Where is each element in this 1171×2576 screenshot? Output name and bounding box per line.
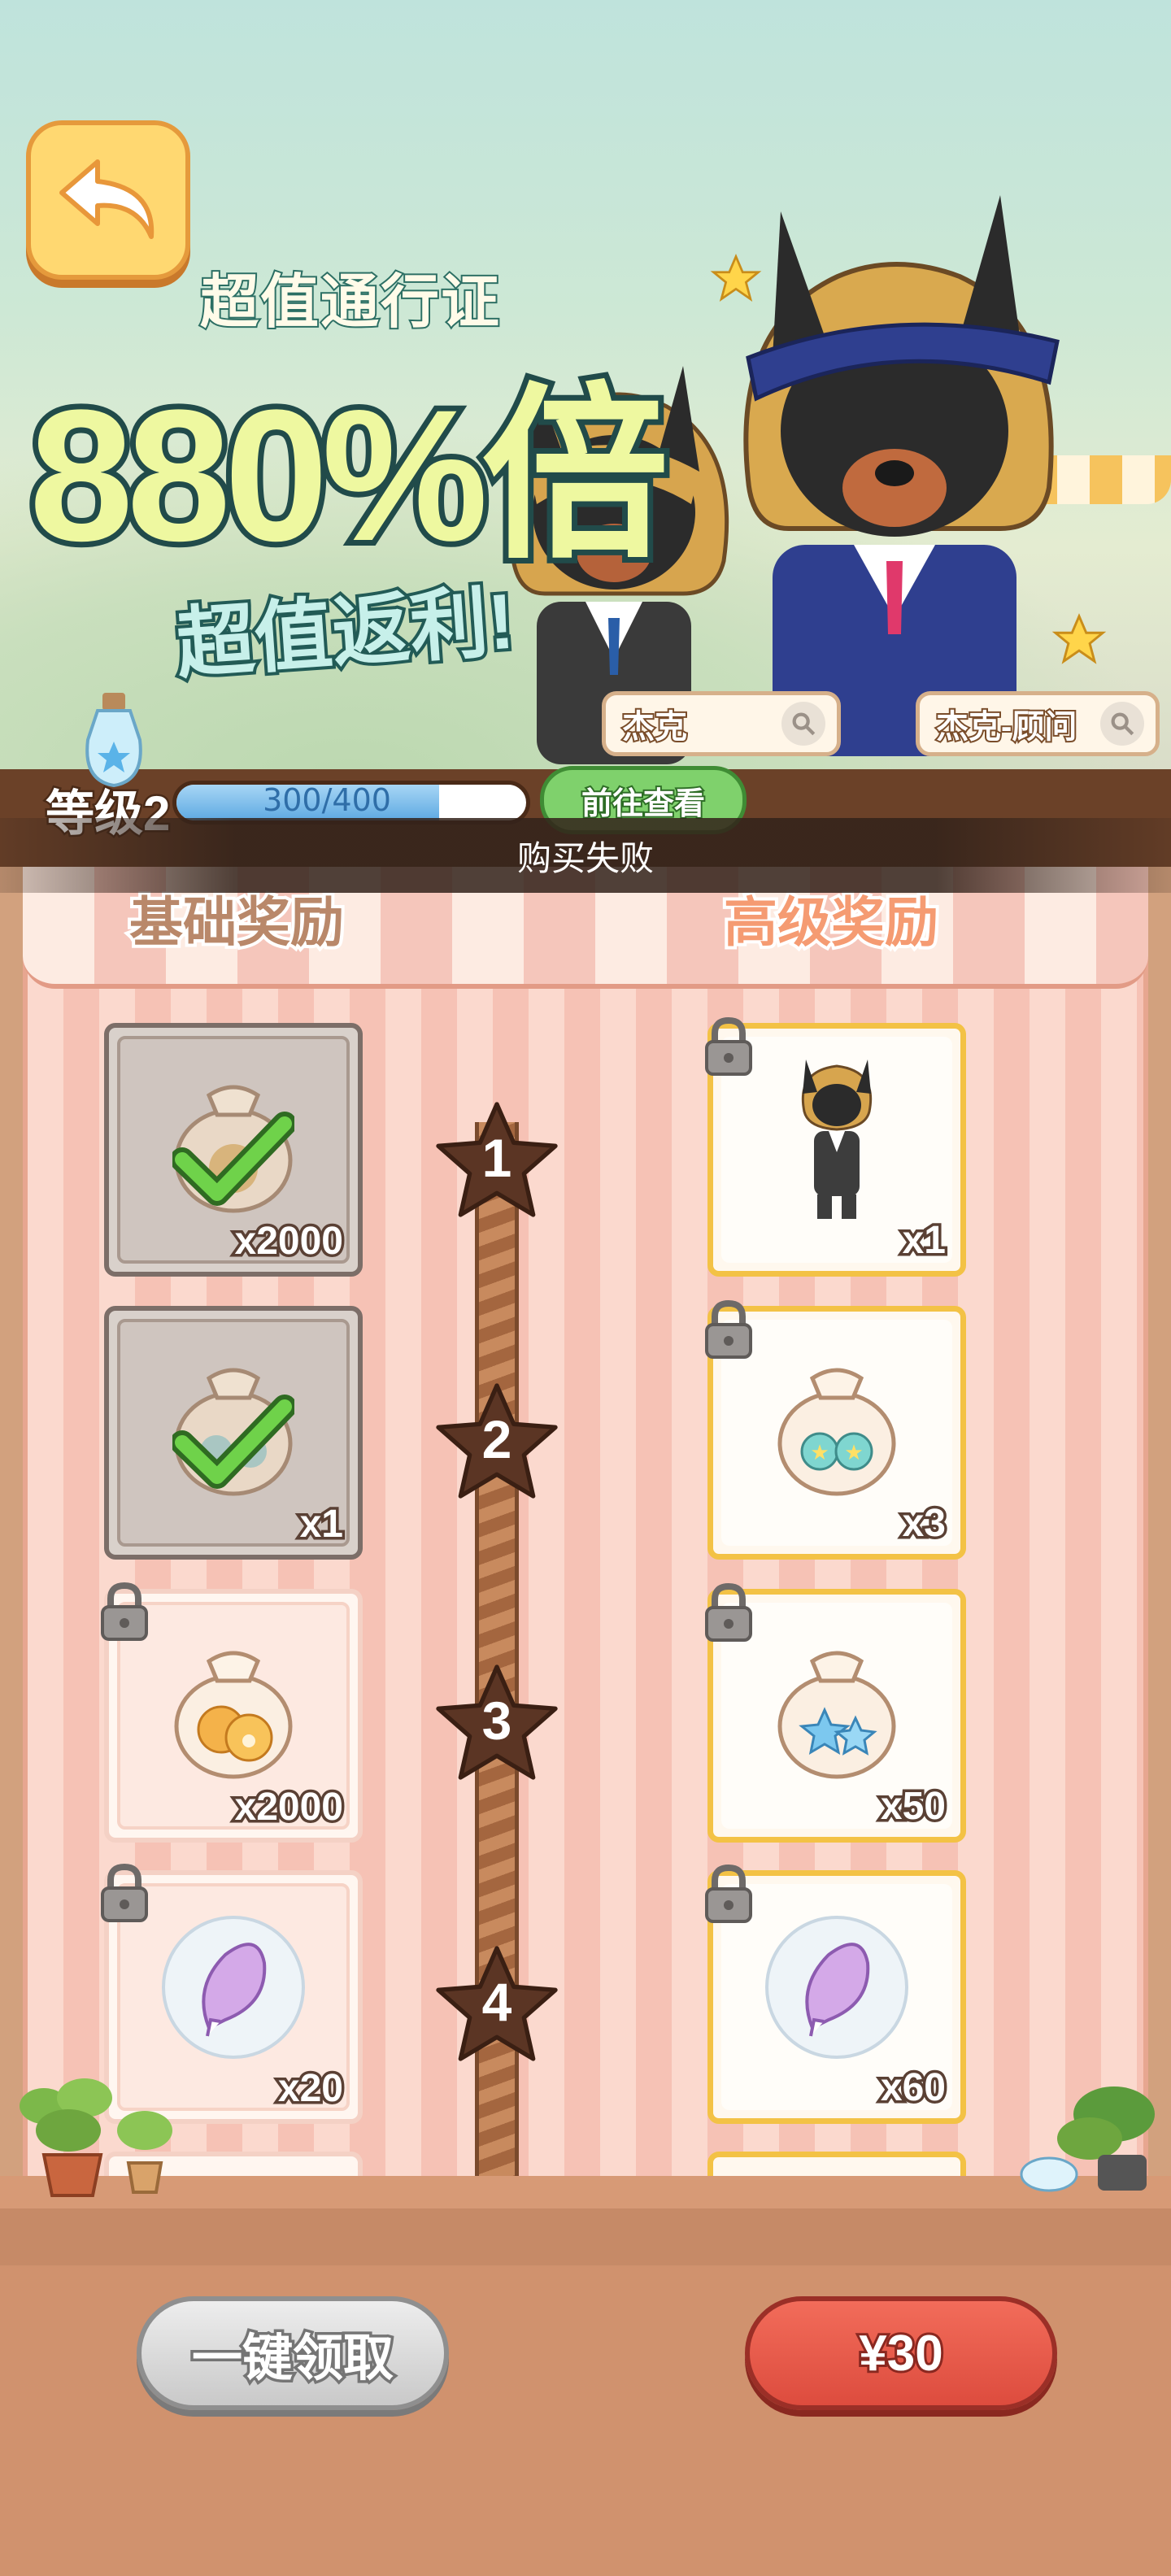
advanced-reward-card-2[interactable]: ★ ★ x3 (705, 1299, 966, 1560)
character-tag-jack[interactable]: 杰克 (602, 691, 841, 756)
reward-quantity: x50 (877, 1782, 948, 1831)
reward-quantity: x2000 (232, 1783, 346, 1832)
level-star-1: 1 (429, 1096, 564, 1226)
lock-icon (101, 1863, 148, 1922)
rebate-percent: 880%倍 (24, 371, 674, 580)
star-decoration (1051, 613, 1107, 664)
claimed-check-icon (172, 1112, 294, 1206)
basic-reward-card-3[interactable]: x2000 (101, 1582, 363, 1843)
blue-star-bag-icon (777, 1651, 896, 1779)
buy-pass-label: ¥30 (856, 2323, 945, 2384)
star-ticket-bag-icon: ★ ★ (777, 1368, 896, 1496)
back-button[interactable] (26, 120, 190, 280)
claim-all-label: 一键领取 (189, 2328, 396, 2390)
level-star-3: 3 (429, 1659, 564, 1789)
reward-quantity: x2000 (232, 1217, 346, 1266)
reward-quantity: x1 (899, 1216, 948, 1265)
advanced-reward-card-3[interactable]: x50 (705, 1582, 966, 1843)
back-arrow-icon (59, 159, 155, 239)
level-number: 1 (481, 1128, 512, 1188)
purple-leaf-icon (162, 1916, 305, 2059)
basic-reward-card-2[interactable]: x1 (104, 1306, 363, 1560)
paw-cookie-bag-icon (174, 1651, 293, 1779)
magnifier-icon (781, 702, 825, 746)
reward-quantity: x20 (275, 2065, 346, 2113)
magnifier-icon (1100, 702, 1144, 746)
advanced-reward-card-4[interactable]: x60 (705, 1864, 966, 2124)
basic-reward-card-1[interactable]: x2000 (104, 1023, 363, 1277)
star-decoration (710, 254, 762, 302)
level-number: 3 (481, 1690, 512, 1751)
character-jack-advisor (743, 195, 1060, 756)
rebate-text: 超值返利! (170, 575, 520, 692)
reward-quantity: x1 (297, 1500, 346, 1549)
promo-banner: 超值通行证 880%倍 超值返利! 杰克 杰克-顾问 (0, 0, 1171, 781)
level-number: 4 (481, 1972, 512, 2032)
basic-reward-card-4[interactable]: x20 (101, 1863, 363, 2124)
claimed-check-icon (172, 1395, 294, 1489)
svg-text:★: ★ (844, 1441, 863, 1465)
level-number: 2 (481, 1409, 512, 1469)
jack-costume-icon (801, 1060, 873, 1220)
svg-text:★: ★ (810, 1441, 829, 1465)
purchase-failed-toast: 购买失败 (0, 818, 1171, 893)
level-star-2: 2 (429, 1377, 564, 1508)
lock-icon (101, 1582, 148, 1641)
reward-quantity: x3 (899, 1499, 948, 1548)
pass-title: 超值通行证 (198, 268, 502, 337)
lock-icon (705, 1299, 752, 1359)
corner-plant-icon (1020, 2086, 1155, 2192)
reward-quantity: x60 (877, 2064, 948, 2113)
character-tag-label: 杰克-顾问 (934, 707, 1078, 746)
character-tag-jack-advisor[interactable]: 杰克-顾问 (916, 691, 1160, 756)
lock-icon (705, 1582, 752, 1642)
lock-icon (705, 1016, 752, 1076)
claim-all-button[interactable]: 一键领取 (137, 2296, 449, 2410)
purple-leaf-icon (765, 1916, 908, 2060)
lock-icon (705, 1864, 752, 1923)
buy-pass-button[interactable]: ¥30 (745, 2296, 1057, 2410)
character-tag-label: 杰克 (620, 707, 689, 746)
small-plant-icon (117, 2111, 172, 2194)
advanced-reward-card-1[interactable]: x1 (705, 1016, 966, 1277)
goto-view-label: 前往查看 (580, 785, 707, 823)
level-progress-text: 300/400 (263, 782, 391, 818)
toast-message: 购买失败 (516, 838, 654, 878)
level-star-4: 4 (429, 1940, 564, 2070)
